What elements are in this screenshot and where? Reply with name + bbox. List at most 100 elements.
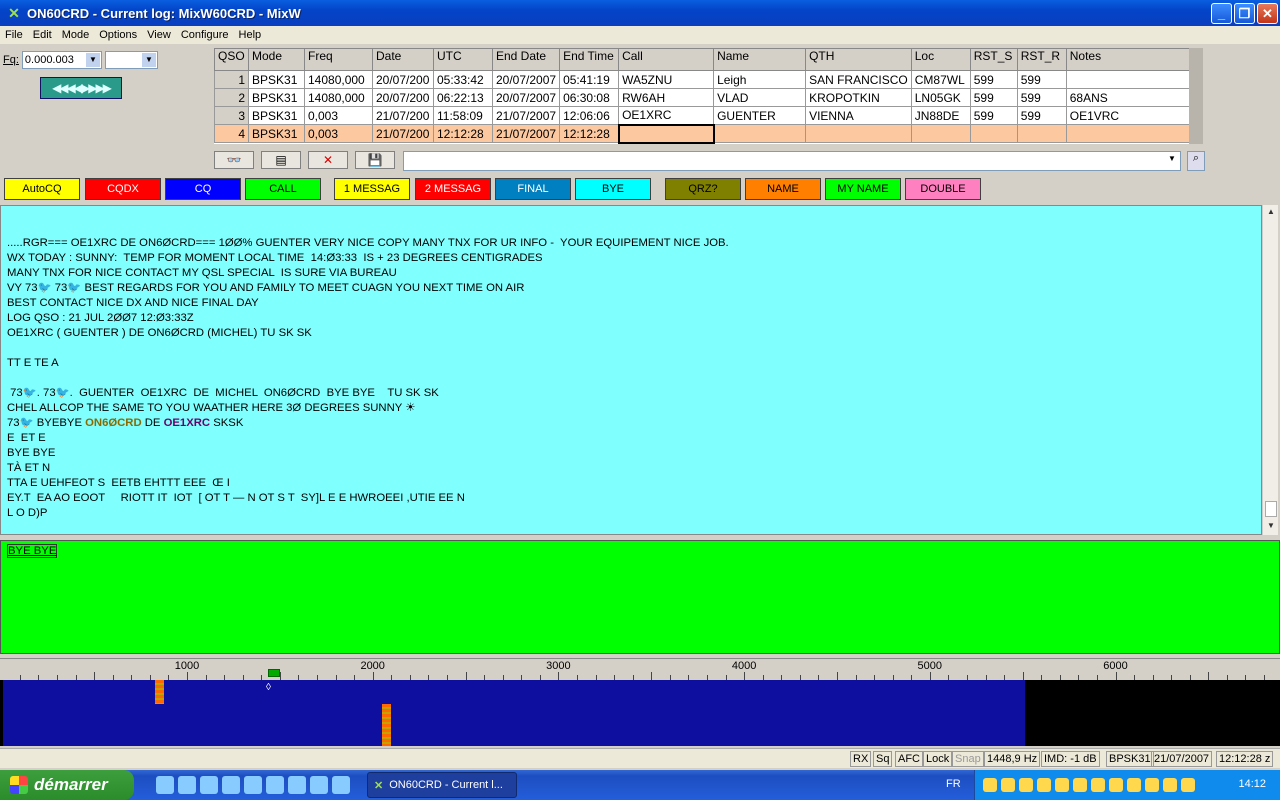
table-cell[interactable]: OE1VRC xyxy=(1065,106,1197,125)
skype-icon[interactable] xyxy=(310,776,328,794)
col-loc[interactable]: Loc xyxy=(910,48,971,71)
tray-icon[interactable] xyxy=(1127,778,1141,792)
search-icon[interactable]: ⌕ xyxy=(1187,151,1205,171)
table-cell[interactable] xyxy=(1016,124,1067,143)
table-cell[interactable]: 12:06:06 xyxy=(559,106,620,125)
start-button[interactable]: démarrer xyxy=(0,770,134,800)
tuning-cursor-icon[interactable]: ◊ xyxy=(266,682,275,694)
table-cell[interactable]: 599 xyxy=(1016,88,1067,107)
messenger-icon[interactable] xyxy=(288,776,306,794)
table-cell[interactable]: 11:58:09 xyxy=(433,106,493,125)
table-cell[interactable] xyxy=(1065,124,1197,143)
scroll-down-icon[interactable]: ▼ xyxy=(1264,519,1278,533)
macro-button-autocq[interactable]: AutoCQ xyxy=(4,178,80,200)
waterfall[interactable]: ◊ xyxy=(0,680,1280,746)
frequency-ruler[interactable]: 1000 2000 3000 4000 5000 6000 xyxy=(0,658,1280,680)
table-cell[interactable] xyxy=(805,124,912,143)
menu-help[interactable]: Help xyxy=(234,29,267,41)
rx-marker-flag-icon[interactable] xyxy=(268,669,280,677)
transmit-window[interactable]: BYE BYE xyxy=(0,540,1280,654)
macro-button-bye[interactable]: BYE xyxy=(575,178,651,200)
table-cell[interactable]: 2 xyxy=(214,88,249,107)
tray-icon[interactable] xyxy=(1037,778,1051,792)
mail-icon[interactable] xyxy=(332,776,350,794)
scroll-thumb[interactable] xyxy=(1265,501,1277,517)
frequency-select[interactable]: 0.000.003 ▼ xyxy=(21,51,102,69)
table-row[interactable]: 2 BPSK31 14080,000 20/07/200 06:22:13 20/07/2… xyxy=(214,88,1197,107)
table-cell[interactable]: 12:12:28 xyxy=(559,124,620,143)
table-cell[interactable]: Leigh xyxy=(713,70,807,89)
col-qso[interactable]: QSO xyxy=(214,48,249,71)
macro-button-call[interactable]: CALL xyxy=(245,178,321,200)
receive-window[interactable]: .....RGR=== OE1XRC DE ON6ØCRD=== 1ØØ% GU… xyxy=(0,205,1262,535)
disk-icon[interactable] xyxy=(222,776,240,794)
table-row[interactable]: 4 BPSK31 0,003 21/07/200 12:12:28 21/07/2007 1… xyxy=(214,123,1197,144)
table-cell[interactable]: 0,003 xyxy=(304,106,373,125)
macro-button-1-messag[interactable]: 1 MESSAG xyxy=(334,178,410,200)
menu-configure[interactable]: Configure xyxy=(176,29,234,41)
maximize-button[interactable]: ❐ xyxy=(1234,2,1255,24)
table-cell[interactable]: VLAD xyxy=(713,88,807,107)
table-cell[interactable]: GUENTER xyxy=(713,106,807,125)
table-row[interactable]: 3 BPSK31 0,003 21/07/200 11:58:09 21/07/2007 1… xyxy=(214,106,1197,125)
table-cell[interactable]: SAN FRANCISCO xyxy=(805,70,912,89)
table-cell[interactable]: 06:30:08 xyxy=(559,88,620,107)
macro-button-qrz-[interactable]: QRZ? xyxy=(665,178,741,200)
table-cell[interactable]: 05:33:42 xyxy=(433,70,493,89)
macro-button-final[interactable]: FINAL xyxy=(495,178,571,200)
table-cell[interactable]: 599 xyxy=(1016,70,1067,89)
table-cell[interactable]: RW6AH xyxy=(618,88,715,107)
col-utc[interactable]: UTC xyxy=(433,48,493,71)
tuning-arrows[interactable]: ◀◀◀◀▶▶▶▶ xyxy=(40,77,122,99)
table-cell[interactable]: 21/07/200 xyxy=(372,106,434,125)
tray-icon[interactable] xyxy=(1109,778,1123,792)
table-cell[interactable]: KROPOTKIN xyxy=(805,88,912,107)
ie-icon[interactable] xyxy=(178,776,196,794)
desktop-icon[interactable] xyxy=(156,776,174,794)
table-cell[interactable]: 05:41:19 xyxy=(559,70,620,89)
tray-icon[interactable] xyxy=(1145,778,1159,792)
language-indicator[interactable]: FR xyxy=(946,778,961,790)
media-icon[interactable] xyxy=(200,776,218,794)
tray-icon[interactable] xyxy=(1073,778,1087,792)
col-mode[interactable]: Mode xyxy=(248,48,305,71)
delete-icon[interactable]: ✕ xyxy=(308,151,348,169)
taskbar-window-button[interactable]: ✕ ON60CRD - Current l... xyxy=(367,772,517,798)
menu-edit[interactable]: Edit xyxy=(28,29,57,41)
tray-icon[interactable] xyxy=(1019,778,1033,792)
tray-icon[interactable] xyxy=(983,778,997,792)
glasses-icon[interactable]: 👓 xyxy=(214,151,254,169)
col-end-time[interactable]: End Time xyxy=(559,48,620,71)
table-row[interactable]: 1 BPSK31 14080,000 20/07/200 05:33:42 20/07/2… xyxy=(214,70,1197,89)
table-cell[interactable]: 0,003 xyxy=(304,124,373,143)
tray-icon[interactable] xyxy=(1181,778,1195,792)
col-rst-r[interactable]: RST_R xyxy=(1016,48,1067,71)
status-lock[interactable]: Lock xyxy=(923,751,953,767)
table-cell[interactable]: 20/07/200 xyxy=(372,88,434,107)
scroll-up-icon[interactable]: ▲ xyxy=(1264,205,1278,219)
table-cell[interactable]: LN05GK xyxy=(910,88,971,107)
table-cell[interactable]: 20/07/2007 xyxy=(491,88,561,107)
table-cell[interactable]: 599 xyxy=(969,70,1018,89)
rx-scrollbar[interactable]: ▲ ▼ xyxy=(1262,205,1278,535)
col-qth[interactable]: QTH xyxy=(805,48,912,71)
save-icon[interactable]: 💾 xyxy=(355,151,395,169)
table-cell[interactable] xyxy=(1065,70,1197,89)
table-cell[interactable]: 599 xyxy=(969,88,1018,107)
menu-mode[interactable]: Mode xyxy=(57,29,95,41)
table-cell[interactable]: CM87WL xyxy=(910,70,971,89)
table-cell[interactable]: 12:12:28 xyxy=(433,124,493,143)
table-cell[interactable]: 3 xyxy=(214,106,249,125)
status-afc[interactable]: AFC xyxy=(895,751,923,767)
waterfall-signal[interactable] xyxy=(155,680,165,704)
table-cell[interactable]: 20/07/2007 xyxy=(491,70,561,89)
status-rx[interactable]: RX xyxy=(850,751,872,767)
tray-icon[interactable] xyxy=(1091,778,1105,792)
table-cell[interactable]: 21/07/200 xyxy=(372,124,434,143)
table-cell[interactable]: 599 xyxy=(1016,106,1067,125)
table-cell[interactable]: 21/07/2007 xyxy=(491,106,561,125)
table-cell[interactable]: BPSK31 xyxy=(248,88,305,107)
card-icon[interactable]: ▤ xyxy=(261,151,301,169)
table-cell[interactable]: 06:22:13 xyxy=(433,88,493,107)
tray-icon[interactable] xyxy=(1001,778,1015,792)
